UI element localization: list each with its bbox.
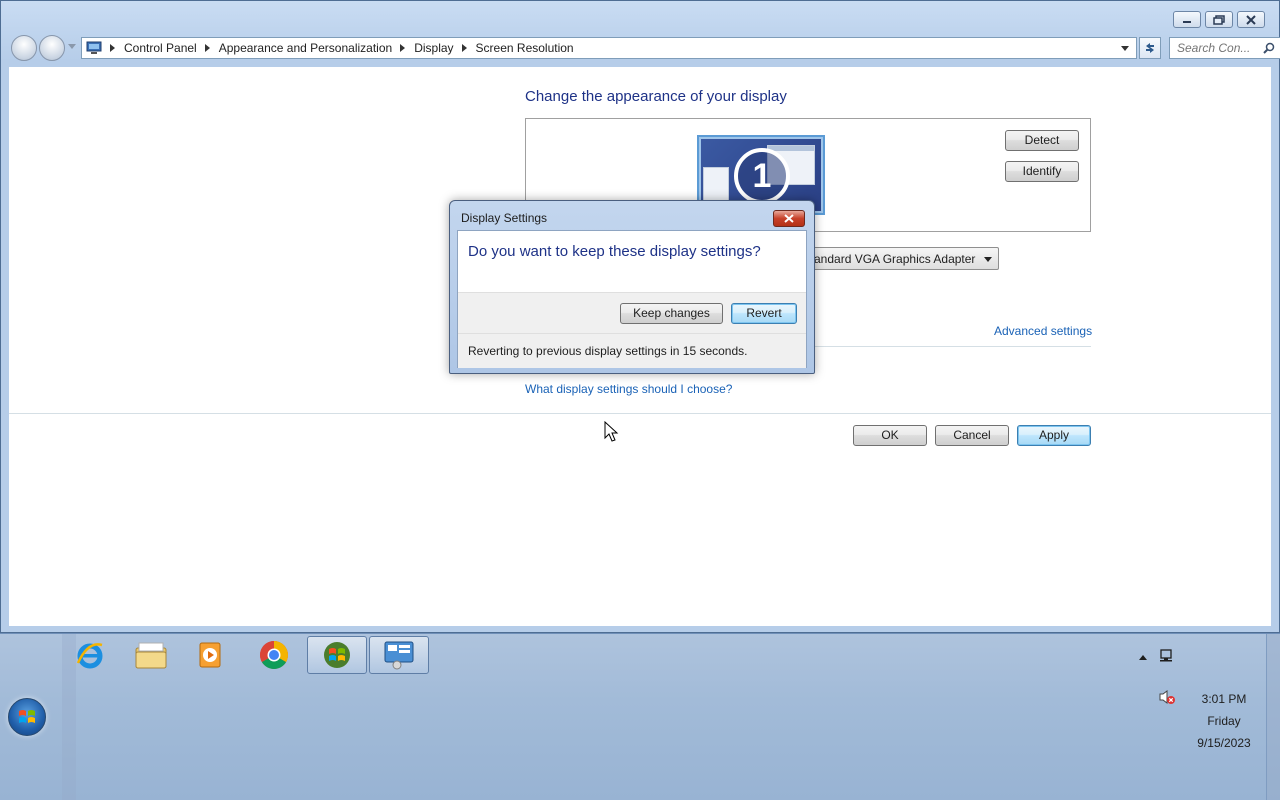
control-panel-icon xyxy=(384,641,414,670)
volume-muted-icon[interactable] xyxy=(1158,689,1176,705)
search-icon[interactable] xyxy=(1262,41,1276,55)
countdown-status: Reverting to previous display settings i… xyxy=(468,344,748,358)
show-hidden-icons-button[interactable] xyxy=(1139,655,1147,660)
breadcrumb-control-panel[interactable]: Control Panel xyxy=(124,41,197,55)
dialog-body: Do you want to keep these display settin… xyxy=(457,230,807,368)
keep-changes-button[interactable]: Keep changes xyxy=(620,303,723,324)
dialog-close-button[interactable] xyxy=(773,210,805,227)
breadcrumb-separator[interactable] xyxy=(400,44,406,52)
refresh-icon xyxy=(1146,43,1154,53)
detect-button[interactable]: Detect xyxy=(1005,130,1079,151)
minimize-icon xyxy=(1183,20,1191,23)
cancel-button[interactable]: Cancel xyxy=(935,425,1009,446)
file-explorer-icon xyxy=(135,642,167,669)
start-button[interactable] xyxy=(8,698,46,736)
close-icon xyxy=(784,214,794,223)
divider xyxy=(9,413,1271,414)
address-bar[interactable]: Control Panel Appearance and Personaliza… xyxy=(81,37,1137,59)
refresh-button[interactable] xyxy=(1139,37,1161,59)
identify-button[interactable]: Identify xyxy=(1005,161,1079,182)
search-input[interactable] xyxy=(1177,41,1255,55)
display-select-value: andard VGA Graphics Adapter xyxy=(814,252,976,266)
internet-explorer-icon xyxy=(76,643,103,669)
taskbar-control-panel[interactable] xyxy=(369,636,429,674)
breadcrumb-separator[interactable] xyxy=(204,44,210,52)
caption-buttons xyxy=(1173,11,1265,28)
apply-button[interactable]: Apply xyxy=(1017,425,1091,446)
network-icon[interactable] xyxy=(1158,648,1174,664)
advanced-settings-link[interactable]: Advanced settings xyxy=(994,324,1092,338)
dialog-footer: Keep changes Revert Reverting to previou… xyxy=(458,292,806,368)
breadcrumb-appearance[interactable]: Appearance and Personalization xyxy=(219,41,392,55)
dialog-question: Do you want to keep these display settin… xyxy=(468,243,761,260)
search-box[interactable] xyxy=(1169,37,1280,59)
taskbar-windows-app[interactable] xyxy=(307,636,367,674)
taskbar-internet-explorer[interactable] xyxy=(60,636,120,674)
taskbar-media-player[interactable] xyxy=(181,636,241,674)
breadcrumb-separator[interactable] xyxy=(110,44,115,52)
windows-logo-icon xyxy=(19,710,35,723)
show-desktop-button[interactable] xyxy=(1266,634,1280,800)
restore-button[interactable] xyxy=(1205,11,1233,28)
divider xyxy=(458,333,806,334)
display-settings-dialog: Display Settings Do you want to keep the… xyxy=(449,200,815,374)
clock-day: Friday xyxy=(1207,714,1241,728)
navigation-bar: Control Panel Appearance and Personaliza… xyxy=(11,35,1280,61)
chevron-down-icon xyxy=(984,257,992,262)
monitor-number: 1 xyxy=(734,148,790,204)
close-icon xyxy=(1246,14,1256,25)
ok-button[interactable]: OK xyxy=(853,425,927,446)
breadcrumb-display[interactable]: Display xyxy=(414,41,453,55)
clock-time: 3:01 PM xyxy=(1201,692,1247,706)
chrome-icon xyxy=(260,641,288,669)
recent-pages-dropdown[interactable] xyxy=(68,44,76,49)
taskbar: 3:01 PM Friday 9/15/2023 xyxy=(0,633,1280,800)
system-clock[interactable]: 3:01 PM Friday 9/15/2023 xyxy=(1186,688,1262,754)
mouse-pointer-icon xyxy=(604,421,619,442)
breadcrumb-screen-resolution[interactable]: Screen Resolution xyxy=(476,41,574,55)
windows-logo-icon xyxy=(324,642,350,668)
taskbar-chrome[interactable] xyxy=(244,636,304,674)
control-panel-icon xyxy=(86,41,102,54)
media-player-icon xyxy=(199,642,221,668)
dialog-title: Display Settings xyxy=(461,211,548,225)
restore-icon xyxy=(1213,14,1225,25)
taskbar-file-explorer[interactable] xyxy=(121,636,181,674)
breadcrumb-separator[interactable] xyxy=(461,44,467,52)
page-title: Change the appearance of your display xyxy=(525,88,787,105)
close-button[interactable] xyxy=(1237,11,1265,28)
clock-date: 9/15/2023 xyxy=(1197,736,1251,750)
revert-button[interactable]: Revert xyxy=(731,303,797,324)
forward-button[interactable] xyxy=(39,35,65,61)
address-dropdown[interactable] xyxy=(1121,46,1129,51)
display-help-link[interactable]: What display settings should I choose? xyxy=(525,382,732,396)
minimize-button[interactable] xyxy=(1173,11,1201,28)
back-button[interactable] xyxy=(11,35,37,61)
